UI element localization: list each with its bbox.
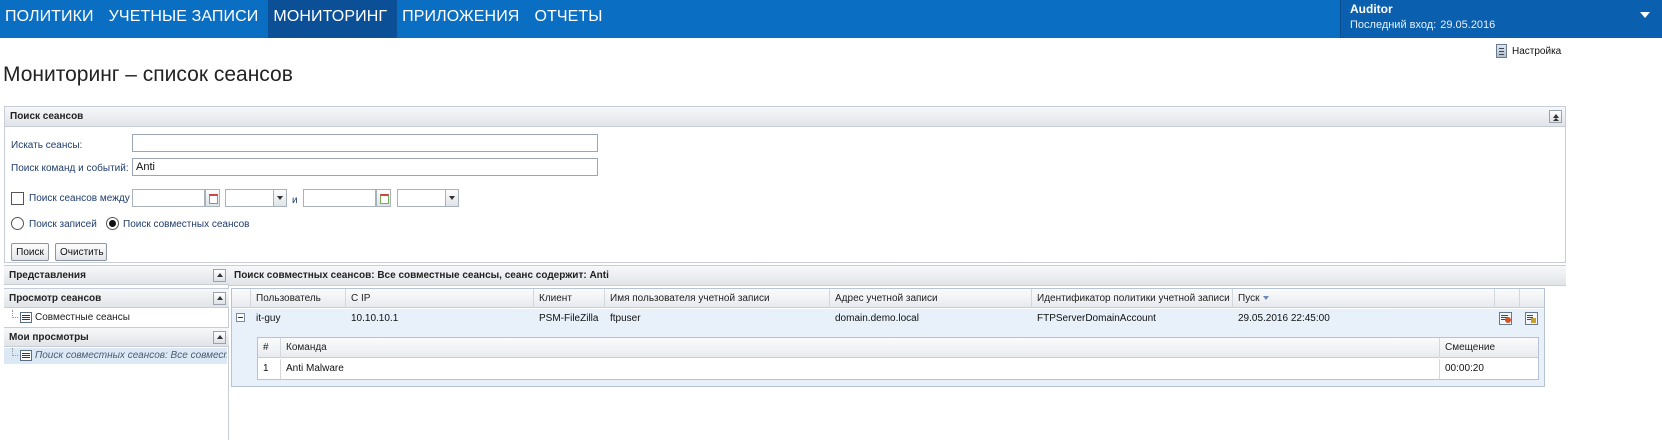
subcolumn-command[interactable]: Команда [281,338,1440,358]
radio-shared-sessions[interactable] [106,217,119,230]
cell-account-user: ftpuser [610,313,641,324]
results-panel: Поиск совместных сеансов: Все совместные… [229,265,1566,440]
nav-reports[interactable]: ОТЧЕТЫ [529,0,612,38]
nav-policies[interactable]: ПОЛИТИКИ [0,0,104,38]
collapse-icon[interactable] [213,269,226,282]
cell-start: 29.05.2016 22:45:00 [1238,313,1330,324]
views-header: Представления [4,265,229,285]
cell-user: it-guy [256,313,281,324]
settings-link[interactable]: Настройка [1496,44,1561,58]
nav-accounts[interactable]: УЧЕТНЫЕ ЗАПИСИ [104,0,269,38]
table-row[interactable]: 1 Anti Malware 00:00:20 [258,359,1538,379]
tree-connector [12,348,18,356]
subcolumn-number[interactable]: # [258,338,281,358]
between-label: Поиск сеансов между [29,193,130,204]
column-policy-id[interactable]: Идентификатор политики учетной записи [1032,289,1233,308]
radio-shared-label: Поиск совместных сеансов [123,219,250,230]
from-time-select[interactable] [225,189,274,207]
clear-button[interactable]: Очистить [55,243,107,261]
chevron-down-icon[interactable] [1640,12,1650,18]
page-title: Мониторинг – список сеансов [3,63,293,86]
subtable-header: # Команда Смещение [258,338,1538,358]
column-client[interactable]: Клиент [534,289,605,308]
search-panel: Поиск сеансов Искать сеансы: Поиск коман… [4,106,1566,263]
search-panel-title: Поиск сеансов [10,111,84,122]
nav-monitoring[interactable]: МОНИТОРИНГ [268,0,398,38]
column-ip[interactable]: С IP [346,289,534,308]
search-panel-header: Поиск сеансов [5,107,1565,127]
tree-item-label: Поиск совместных сеансов: Все совместные… [35,350,227,361]
session-details-icon[interactable] [1525,312,1538,325]
grid-header: Пользователь С IP Клиент Имя пользовател… [232,289,1544,308]
commands-label: Поиск команд и событий: [11,163,129,174]
from-date-input[interactable] [132,189,205,207]
subcolumn-offset[interactable]: Смещение [1440,338,1538,358]
chevron-down-icon[interactable] [273,189,287,207]
commands-search-input[interactable] [132,158,598,176]
results-header: Поиск совместных сеансов: Все совместные… [229,265,1566,286]
calendar-icon[interactable] [205,189,220,207]
radio-records[interactable] [11,217,24,230]
cell-policy-id: FTPServerDomainAccount [1037,313,1156,324]
sessions-search-input[interactable] [132,134,598,152]
cell-account-address: domain.demo.local [835,313,919,324]
play-recording-icon[interactable] [1499,312,1512,325]
cell-ip: 10.10.10.1 [351,313,399,324]
commands-subtable: # Команда Смещение 1 Anti Malware 00:00:… [257,337,1539,380]
search-button[interactable]: Поиск [11,243,49,261]
user-name: Auditor [1350,2,1393,16]
sessions-grid: Пользователь С IP Клиент Имя пользовател… [231,288,1545,387]
and-label: и [292,195,298,206]
tree-item-my-view[interactable]: Поиск совместных сеансов: Все совместные… [4,348,227,364]
sessions-label: Искать сеансы: [11,140,83,151]
user-menu[interactable]: Auditor Последний вход: 29.05.2016 [1340,0,1662,38]
between-checkbox[interactable] [11,192,24,205]
table-row[interactable]: it-guy 10.10.10.1 PSM-FileZilla ftpuser … [232,309,1544,386]
my-views-title: Мои просмотры [9,332,89,343]
grid-header-expander [232,289,251,308]
collapse-row-icon[interactable] [236,313,245,322]
my-views-header: Мои просмотры [4,327,229,347]
left-panel: Представления Просмотр сеансов Совместны… [4,265,229,440]
tree-connector [12,310,18,318]
subcell-command: Anti Malware [281,359,1440,379]
to-time-select[interactable] [397,189,446,207]
collapse-icon[interactable] [1549,110,1562,123]
session-view-title: Просмотр сеансов [9,293,102,304]
column-start-label: Пуск [1238,293,1260,304]
views-title: Представления [9,270,86,281]
nav-applications[interactable]: ПРИЛОЖЕНИЯ [397,0,529,38]
top-nav-bar: ПОЛИТИКИ УЧЕТНЫЕ ЗАПИСИ МОНИТОРИНГ ПРИЛО… [0,0,1662,38]
cell-client: PSM-FileZilla [539,313,599,324]
subcell-offset: 00:00:20 [1445,363,1484,374]
tree-item-label: Совместные сеансы [35,312,130,323]
collapse-icon[interactable] [213,292,226,305]
column-action-2 [1520,289,1544,308]
last-login-label: Последний вход: [1350,19,1437,31]
tree-item-shared-sessions[interactable]: Совместные сеансы [4,310,227,326]
last-login: Последний вход: 29.05.2016 [1350,19,1495,31]
settings-label: Настройка [1512,45,1562,57]
column-account-address[interactable]: Адрес учетной записи [830,289,1032,308]
subcell-number: 1 [258,359,281,379]
to-date-input[interactable] [303,189,376,207]
list-icon [20,312,32,323]
last-login-date: 29.05.2016 [1440,19,1496,31]
chevron-down-icon[interactable] [445,189,459,207]
column-account-user[interactable]: Имя пользователя учетной записи [605,289,830,308]
column-user[interactable]: Пользователь [251,289,346,308]
collapse-icon[interactable] [213,331,226,344]
main-nav: ПОЛИТИКИ УЧЕТНЫЕ ЗАПИСИ МОНИТОРИНГ ПРИЛО… [0,0,613,38]
column-start[interactable]: Пуск [1233,289,1495,308]
calendar-icon[interactable] [376,189,391,207]
settings-icon [1496,44,1507,58]
list-icon [20,350,32,361]
radio-records-label: Поиск записей [29,219,97,230]
column-action-1 [1495,289,1520,308]
session-view-header: Просмотр сеансов [4,288,229,308]
sort-desc-icon [1263,296,1270,301]
